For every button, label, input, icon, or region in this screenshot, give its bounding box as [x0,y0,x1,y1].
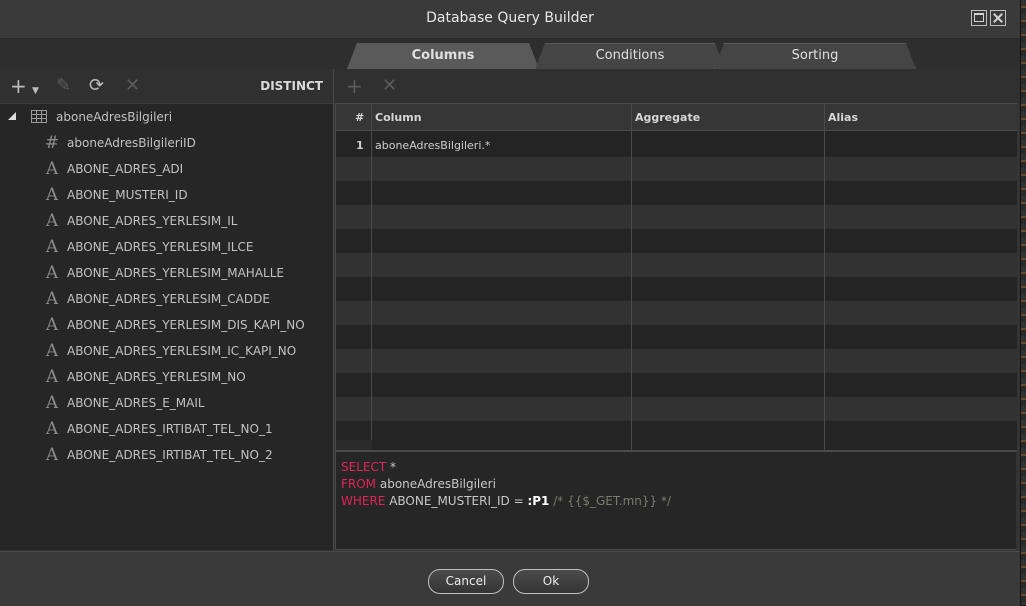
table-icon [31,110,47,123]
delete-icon[interactable]: ✕ [125,76,140,96]
text-field-icon: A [45,211,59,231]
grid-header: # Column Aggregate Alias [336,104,1017,131]
sql-line-where: WHERE ABONE_MUSTERI_ID = :P1 /* {{$_GET.… [341,494,672,508]
field-name: ABONE_ADRES_YERLESIM_IC_KAPI_NO [67,344,297,358]
sql-line-select: SELECT * [341,460,397,474]
text-field-icon: A [45,315,59,335]
field-name: ABONE_ADRES_YERLESIM_DIS_KAPI_NO [67,318,305,332]
header-column[interactable]: Column [375,111,422,124]
tab-conditions-label: Conditions [595,48,665,63]
table-row[interactable] [336,229,1017,253]
tab-conditions[interactable]: Conditions [535,43,725,69]
hash-icon: # [44,133,60,153]
tab-columns[interactable]: Columns [347,43,539,69]
text-field-icon: A [45,289,59,309]
tree-field-item[interactable]: A ABONE_ADRES_IRTIBAT_TEL_NO_1 [0,416,333,442]
tree-field-item[interactable]: A ABONE_ADRES_YERLESIM_NO [0,364,333,390]
table-row[interactable] [336,349,1017,373]
background-window-edge [1021,0,1026,605]
table-row[interactable] [336,421,1017,445]
cancel-button[interactable]: Cancel [428,569,504,594]
header-alias[interactable]: Alias [828,111,858,124]
table-row[interactable] [336,397,1017,421]
columns-grid: # Column Aggregate Alias 1 aboneAdresBilg… [335,103,1017,451]
query-builder-window: Database Query Builder Columns Condition… [0,0,1021,606]
text-field-icon: A [45,159,59,179]
tree-field-item[interactable]: A ABONE_ADRES_YERLESIM_CADDE [0,286,333,312]
schema-tree: aboneAdresBilgileri # aboneAdresBilgileri… [0,104,333,468]
field-name: ABONE_ADRES_YERLESIM_IL [67,214,238,228]
title-bar: Database Query Builder [0,0,1020,39]
tree-field-item[interactable]: A ABONE_ADRES_ADI [0,156,333,182]
sql-line-from: FROM aboneAdresBilgileri [341,477,496,491]
table-row[interactable] [336,181,1017,205]
field-name: ABONE_ADRES_YERLESIM_NO [67,370,246,384]
add-icon[interactable]: + [10,76,27,96]
row-number: 1 [356,139,364,152]
field-name: ABONE_ADRES_YERLESIM_ILCE [67,240,254,254]
maximize-icon[interactable] [971,10,987,26]
text-field-icon: A [45,263,59,283]
table-row[interactable]: 1 aboneAdresBilgileri.* [336,133,1017,157]
tree-field-item[interactable]: A ABONE_ADRES_YERLESIM_IL [0,208,333,234]
ok-button[interactable]: Ok [513,569,589,594]
distinct-toggle[interactable]: DISTINCT [260,79,323,93]
text-field-icon: A [45,419,59,439]
field-name: aboneAdresBilgileriID [67,136,196,150]
tree-field-item[interactable]: A ABONE_ADRES_IRTIBAT_TEL_NO_2 [0,442,333,468]
chevron-down-icon[interactable]: ▼ [32,81,39,101]
tree-field-item[interactable]: A ABONE_ADRES_YERLESIM_MAHALLE [0,260,333,286]
dialog-footer: Cancel Ok [0,551,1020,606]
text-field-icon: A [45,367,59,387]
table-name: aboneAdresBilgileri [56,110,173,124]
header-aggregate[interactable]: Aggregate [635,111,700,124]
tab-sorting[interactable]: Sorting [714,43,916,69]
tree-field-item[interactable]: A ABONE_ADRES_E_MAIL [0,390,333,416]
table-row[interactable] [336,157,1017,181]
tree-field-item[interactable]: # aboneAdresBilgileriID [0,130,333,156]
pencil-icon[interactable]: ✎ [56,76,71,96]
table-row[interactable] [336,277,1017,301]
columns-toolbar: + ✕ [334,69,1020,103]
table-row[interactable] [336,205,1017,229]
field-name: ABONE_ADRES_IRTIBAT_TEL_NO_2 [67,448,273,462]
header-num: # [355,111,365,124]
refresh-icon[interactable]: ⟳ [89,76,104,96]
field-name: ABONE_MUSTERI_ID [67,188,188,202]
table-row[interactable] [336,301,1017,325]
close-icon[interactable] [990,10,1006,26]
field-name: ABONE_ADRES_IRTIBAT_TEL_NO_1 [67,422,273,436]
tree-field-item[interactable]: A ABONE_ADRES_YERLESIM_ILCE [0,234,333,260]
add-column-icon[interactable]: + [346,76,363,96]
field-name: ABONE_ADRES_YERLESIM_CADDE [67,292,270,306]
schema-panel: + ▼ ✎ ⟳ ✕ DISTINCT aboneAdresBilgileri #… [0,69,334,550]
field-name: ABONE_ADRES_YERLESIM_MAHALLE [67,266,284,280]
tree-field-item[interactable]: A ABONE_MUSTERI_ID [0,182,333,208]
text-field-icon: A [45,341,59,361]
text-field-icon: A [45,445,59,465]
schema-toolbar: + ▼ ✎ ⟳ ✕ DISTINCT [0,69,333,104]
tree-field-item[interactable]: A ABONE_ADRES_YERLESIM_DIS_KAPI_NO [0,312,333,338]
grid-corner [336,440,372,450]
field-name: ABONE_ADRES_E_MAIL [67,396,205,410]
tab-sorting-label: Sorting [791,48,839,63]
tab-bar: Columns Conditions Sorting [0,39,1020,69]
tree-table-node[interactable]: aboneAdresBilgileri [0,104,333,130]
tree-field-item[interactable]: A ABONE_ADRES_YERLESIM_IC_KAPI_NO [0,338,333,364]
cell-column[interactable]: aboneAdresBilgileri.* [375,139,490,152]
table-row[interactable] [336,373,1017,397]
remove-column-icon[interactable]: ✕ [382,76,397,96]
table-row[interactable] [336,253,1017,277]
window-title: Database Query Builder [426,10,594,26]
sql-preview[interactable]: SELECT * FROM aboneAdresBilgileri WHERE … [335,451,1016,550]
text-field-icon: A [45,393,59,413]
tab-columns-label: Columns [411,48,475,63]
text-field-icon: A [45,237,59,257]
field-name: ABONE_ADRES_ADI [67,162,184,176]
text-field-icon: A [45,185,59,205]
collapse-icon[interactable] [8,112,16,120]
table-row[interactable] [336,325,1017,349]
